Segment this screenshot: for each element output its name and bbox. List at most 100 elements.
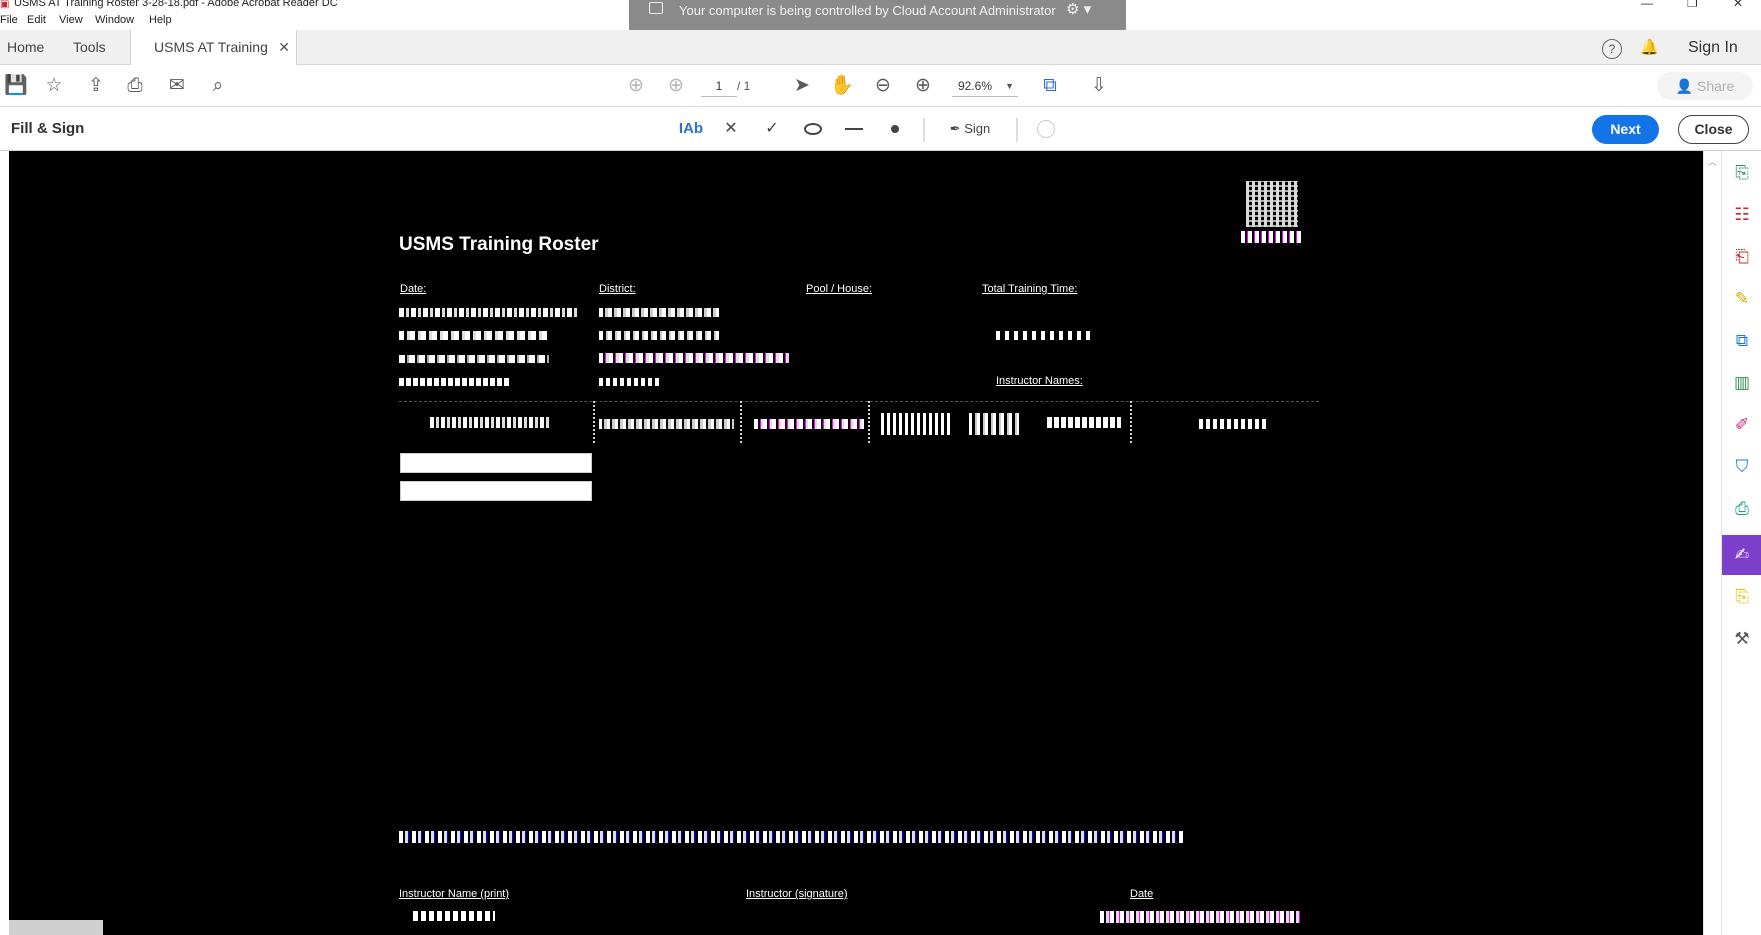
vertical-scrollbar[interactable]: ︿ [1703, 151, 1721, 935]
checkmark-tool[interactable]: ✓ [760, 118, 784, 140]
fill-sign-toolbar: Fill & Sign IAb ✕ ✓ ✒ Sign Next Close [0, 107, 1761, 151]
cross-tool[interactable]: ✕ [719, 118, 743, 140]
sign-in-button[interactable]: Sign In [1688, 30, 1738, 65]
table-header-club [754, 419, 864, 429]
table-header-notes [1199, 419, 1267, 429]
tools-side-panel: ⎘ ☷ ⎗ ✎ ⧉ ▥ ✐ ⛉ ⎙ ✍ ⎘ ⚒ [1721, 151, 1761, 935]
column-divider [593, 401, 595, 443]
table-header-skill [881, 413, 951, 435]
instructor-signature-label: Instructor (signature) [746, 888, 848, 900]
scroll-mode-icon[interactable]: ⇩ [1087, 74, 1111, 98]
edit-pdf-icon[interactable]: ✐ [1730, 413, 1754, 437]
bookmark-star-icon[interactable]: ☆ [42, 74, 66, 98]
fill-sign-pen-icon: ✍ [1734, 545, 1750, 564]
district-option-row-2 [599, 331, 719, 340]
zoom-search-icon[interactable]: ⌕ [206, 74, 230, 98]
fill-sign-title: Fill & Sign [11, 120, 85, 137]
add-text-tool[interactable]: IAb [678, 118, 704, 140]
upload-cloud-icon[interactable]: ⇪ [84, 74, 108, 98]
share-button[interactable]: 👤 Share [1657, 72, 1753, 100]
comment-icon[interactable]: ✎ [1730, 287, 1754, 311]
instructor-name-print-label: Instructor Name (print) [399, 888, 510, 900]
roster-name-field-2[interactable] [400, 481, 592, 501]
scroll-up-icon[interactable]: ︿ [1708, 155, 1717, 168]
next-button[interactable]: Next [1592, 115, 1659, 144]
close-tab-icon[interactable]: ✕ [278, 30, 290, 65]
save-icon[interactable]: 💾 [4, 74, 28, 98]
roster-name-field-1[interactable] [400, 453, 592, 473]
print-icon[interactable]: ⎙ [123, 74, 147, 98]
page-total: / 1 [737, 79, 751, 93]
compress-icon[interactable]: ▥ [1730, 371, 1754, 395]
email-icon[interactable]: ✉ [165, 74, 189, 98]
export-pdf-icon[interactable]: ⎗ [1730, 245, 1754, 269]
zoom-level-select[interactable]: 92.6% ▼ [952, 76, 1018, 97]
send-for-signature-icon[interactable]: ⎙ [1730, 497, 1754, 521]
menu-file[interactable]: File [0, 14, 18, 26]
logo-image [1246, 181, 1298, 227]
protect-shield-icon[interactable]: ⛉ [1730, 455, 1754, 479]
close-button[interactable]: Close [1678, 115, 1749, 144]
more-tools-doc-icon[interactable]: ⎘ [1730, 585, 1754, 609]
instructor-names-label: Instructor Names: [996, 375, 1083, 387]
remote-control-banner: Your computer is being controlled by Clo… [629, 0, 1126, 30]
gear-icon[interactable]: ⚙ ▾ [1066, 0, 1091, 18]
tab-document[interactable]: USMS AT Training R... ✕ [130, 30, 297, 90]
organize-pages-icon[interactable]: ☷ [1730, 203, 1754, 227]
table-header-level [969, 413, 1019, 435]
date-option-row-4 [399, 378, 509, 386]
menu-window[interactable]: Window [95, 14, 134, 26]
sign-tool[interactable]: ✒ Sign [942, 118, 998, 140]
pool-house-label: Pool / House: [806, 283, 873, 295]
tab-tools[interactable]: Tools [66, 30, 113, 65]
next-page-icon[interactable]: ⊕ [664, 74, 688, 98]
minimize-button[interactable]: — [1641, 0, 1653, 10]
previous-page-icon[interactable]: ⊕ [624, 74, 648, 98]
line-icon [845, 127, 863, 130]
dot-tool[interactable] [883, 118, 907, 140]
district-option-row-1 [599, 308, 719, 317]
menu-view[interactable]: View [59, 14, 83, 26]
pdf-page[interactable]: USMS Training Roster Date: District: Poo… [9, 151, 1703, 935]
tab-bar: Home Tools USMS AT Training R... ✕ ? 🔔 S… [0, 30, 1761, 90]
fit-page-icon[interactable]: ⧉ [1038, 74, 1062, 98]
table-top-rule [399, 401, 1319, 402]
table-header-swimmer-name [430, 417, 550, 428]
chevron-down-icon: ▼ [1005, 81, 1014, 91]
fill-sign-active-tool[interactable]: ✍ [1722, 535, 1761, 575]
zoom-out-icon[interactable]: ⊖ [871, 74, 895, 98]
customize-tools-icon[interactable]: ⚒ [1730, 627, 1754, 651]
zoom-in-icon[interactable]: ⊕ [911, 74, 935, 98]
date-option-row-3 [399, 355, 549, 363]
horizontal-scrollbar-thumb[interactable] [9, 920, 103, 935]
bell-icon[interactable]: 🔔 [1640, 30, 1659, 65]
sign-label: Sign [964, 121, 991, 136]
training-time-value [996, 331, 1092, 340]
banner-text: Your computer is being controlled by Clo… [679, 3, 1056, 18]
page-number-input[interactable]: 1 [701, 76, 737, 97]
combine-files-icon[interactable]: ⧉ [1730, 329, 1754, 353]
hand-tool-icon[interactable]: ✋ [830, 74, 854, 98]
create-pdf-icon[interactable]: ⎘ [1730, 161, 1754, 185]
tab-home[interactable]: Home [0, 30, 51, 65]
date-option-row-1 [399, 308, 579, 317]
maximize-button[interactable]: ❐ [1687, 0, 1698, 10]
date-option-row-2 [399, 331, 549, 340]
column-divider [740, 401, 742, 443]
menu-help[interactable]: Help [149, 14, 172, 26]
date-bottom-label: Date [1130, 888, 1154, 900]
district-option-row-3 [599, 353, 789, 363]
line-tool[interactable] [842, 118, 866, 140]
select-cursor-icon[interactable]: ➤ [790, 74, 814, 98]
close-window-button[interactable]: ✕ [1733, 0, 1743, 10]
table-header-usms-id [599, 419, 734, 429]
circle-tool[interactable] [801, 118, 825, 140]
pdf-file-icon: ▣ [0, 0, 10, 10]
menu-edit[interactable]: Edit [27, 14, 46, 26]
color-picker[interactable] [1035, 118, 1057, 140]
help-icon[interactable]: ? [1602, 30, 1622, 65]
pdf-title: USMS Training Roster [399, 234, 599, 255]
share-user-icon: 👤 [1675, 78, 1697, 94]
main-toolbar: 💾 ☆ ⇪ ⎙ ✉ ⌕ ⊕ ⊕ 1 / 1 ➤ ✋ ⊖ ⊕ 92.6% ▼ ⧉ … [0, 65, 1761, 107]
toolbar-divider-2 [1016, 118, 1018, 142]
